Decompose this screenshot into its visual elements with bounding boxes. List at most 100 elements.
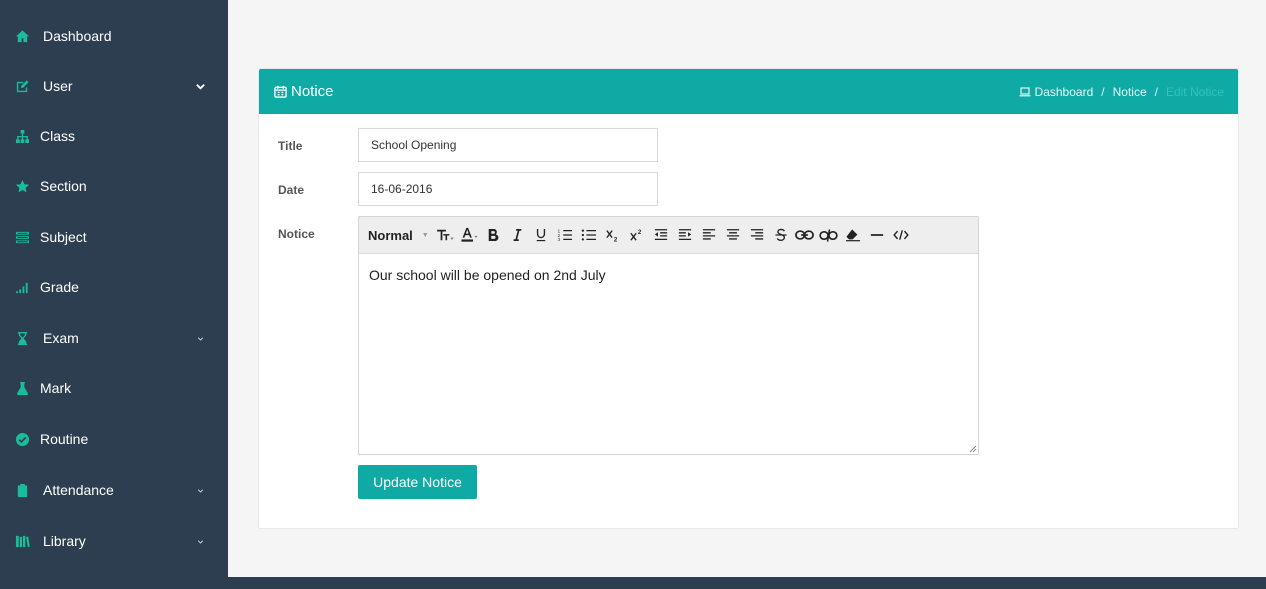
- chevron-down-icon: [194, 535, 206, 547]
- bold-icon: [488, 229, 499, 242]
- sidebar-item-label: User: [43, 78, 73, 94]
- date-label: Date: [278, 183, 305, 197]
- breadcrumb-separator: /: [1101, 84, 1105, 99]
- sidebar-item-partial[interactable]: [0, 572, 228, 589]
- ordered-list-icon: 123: [557, 228, 572, 242]
- title-input[interactable]: [358, 128, 658, 162]
- font-size-icon: [436, 229, 454, 241]
- date-input[interactable]: [358, 172, 658, 206]
- sidebar-item-attendance[interactable]: Attendance: [0, 470, 228, 510]
- panel-header: Notice Dashboard / Notice / Edit Notice: [259, 69, 1238, 114]
- laptop-icon: [1019, 86, 1031, 97]
- editor-toolbar: Normal ▼ 123 2 2: [359, 217, 978, 254]
- breadcrumb-separator: /: [1154, 84, 1158, 99]
- font-color-button[interactable]: [457, 223, 481, 247]
- clear-format-button[interactable]: [841, 223, 865, 247]
- chevron-down-icon: [194, 332, 206, 344]
- page-title: Notice: [291, 83, 334, 100]
- sidebar-item-section[interactable]: Section: [0, 166, 228, 206]
- sidebar-item-label: Dashboard: [43, 28, 112, 44]
- horizontal-rule-button[interactable]: [865, 223, 889, 247]
- bold-button[interactable]: [481, 223, 505, 247]
- font-size-button[interactable]: [433, 223, 457, 247]
- sidebar-item-label: Mark: [40, 380, 72, 396]
- align-left-button[interactable]: [697, 223, 721, 247]
- sidebar-item-dashboard[interactable]: Dashboard: [0, 16, 228, 56]
- flask-icon: [12, 380, 32, 396]
- resize-handle-icon[interactable]: [969, 445, 977, 453]
- sidebar-item-routine[interactable]: Routine: [0, 419, 228, 459]
- sidebar-item-subject[interactable]: Subject: [0, 217, 228, 257]
- align-center-button[interactable]: [721, 223, 745, 247]
- books-icon: [12, 533, 32, 549]
- breadcrumb-dashboard[interactable]: Dashboard: [1035, 85, 1094, 99]
- partial-icon: [12, 584, 32, 589]
- indent-button[interactable]: [673, 223, 697, 247]
- breadcrumb-notice[interactable]: Notice: [1113, 85, 1147, 99]
- svg-text:2: 2: [614, 237, 618, 242]
- bullet-list-button[interactable]: [577, 223, 601, 247]
- align-left-icon: [702, 229, 715, 240]
- paragraph-style-select[interactable]: Normal ▼: [368, 228, 429, 243]
- sidebar-item-grade[interactable]: Grade: [0, 267, 228, 307]
- sidebar-item-label: Grade: [40, 279, 79, 295]
- svg-text:2: 2: [638, 229, 642, 236]
- align-right-button[interactable]: [745, 223, 769, 247]
- sidebar-item-label: Exam: [43, 330, 79, 346]
- superscript-icon: 2: [630, 229, 642, 241]
- strikethrough-button[interactable]: [769, 223, 793, 247]
- sidebar-item-label: Routine: [40, 431, 89, 447]
- check-circle-icon: [12, 431, 32, 447]
- code-view-button[interactable]: [889, 223, 913, 247]
- title-label: Title: [278, 139, 303, 153]
- breadcrumb-current: Edit Notice: [1165, 84, 1224, 99]
- book-icon: [12, 229, 32, 245]
- unlink-button[interactable]: [817, 223, 841, 247]
- italic-icon: [513, 229, 522, 241]
- breadcrumb: Dashboard / Notice / Edit Notice: [1019, 69, 1224, 114]
- update-notice-button[interactable]: Update Notice: [358, 465, 477, 499]
- chevron-down-icon: [194, 484, 206, 496]
- align-right-icon: [750, 229, 763, 240]
- notice-panel: Notice Dashboard / Notice / Edit Notice …: [258, 68, 1239, 529]
- sidebar-item-class[interactable]: Class: [0, 116, 228, 156]
- caret-down-icon: ▼: [421, 231, 429, 239]
- superscript-button[interactable]: 2: [625, 223, 649, 247]
- code-icon: [892, 230, 909, 240]
- footer-bar: [228, 577, 1266, 589]
- editor-content[interactable]: Our school will be opened on 2nd July: [359, 254, 978, 296]
- sidebar-item-exam[interactable]: Exam: [0, 318, 228, 358]
- home-icon: [12, 28, 32, 44]
- sidebar-item-user[interactable]: User: [0, 66, 228, 106]
- signal-icon: [12, 279, 32, 295]
- link-icon: [795, 230, 815, 240]
- font-color-icon: [461, 227, 478, 242]
- horizontal-rule-icon: [870, 234, 883, 236]
- sitemap-icon: [12, 128, 32, 144]
- sidebar-item-label: Attendance: [43, 482, 114, 498]
- ordered-list-button[interactable]: 123: [553, 223, 577, 247]
- subscript-icon: 2: [606, 230, 618, 242]
- sidebar-item-library[interactable]: Library: [0, 521, 228, 561]
- edit-icon: [12, 78, 32, 94]
- italic-button[interactable]: [505, 223, 529, 247]
- outdent-button[interactable]: [649, 223, 673, 247]
- sidebar-item-label: Subject: [40, 229, 87, 245]
- svg-text:3: 3: [557, 237, 560, 242]
- align-center-icon: [726, 229, 739, 240]
- subscript-button[interactable]: 2: [601, 223, 625, 247]
- clipboard-icon: [12, 482, 32, 498]
- calendar-icon: [274, 85, 287, 98]
- eraser-icon: [845, 229, 860, 242]
- hourglass-icon: [12, 330, 32, 346]
- sidebar-item-mark[interactable]: Mark: [0, 368, 228, 408]
- sidebar: Dashboard User Class Section Subject Gra…: [0, 0, 228, 589]
- underline-button[interactable]: [529, 223, 553, 247]
- notice-editor: Normal ▼ 123 2 2 Our school will be open…: [358, 216, 979, 455]
- link-button[interactable]: [793, 223, 817, 247]
- paragraph-style-value: Normal: [368, 227, 413, 243]
- sidebar-item-label: Library: [43, 533, 86, 549]
- strikethrough-icon: [775, 228, 787, 242]
- underline-icon: [536, 229, 546, 242]
- bullet-list-icon: [581, 229, 596, 241]
